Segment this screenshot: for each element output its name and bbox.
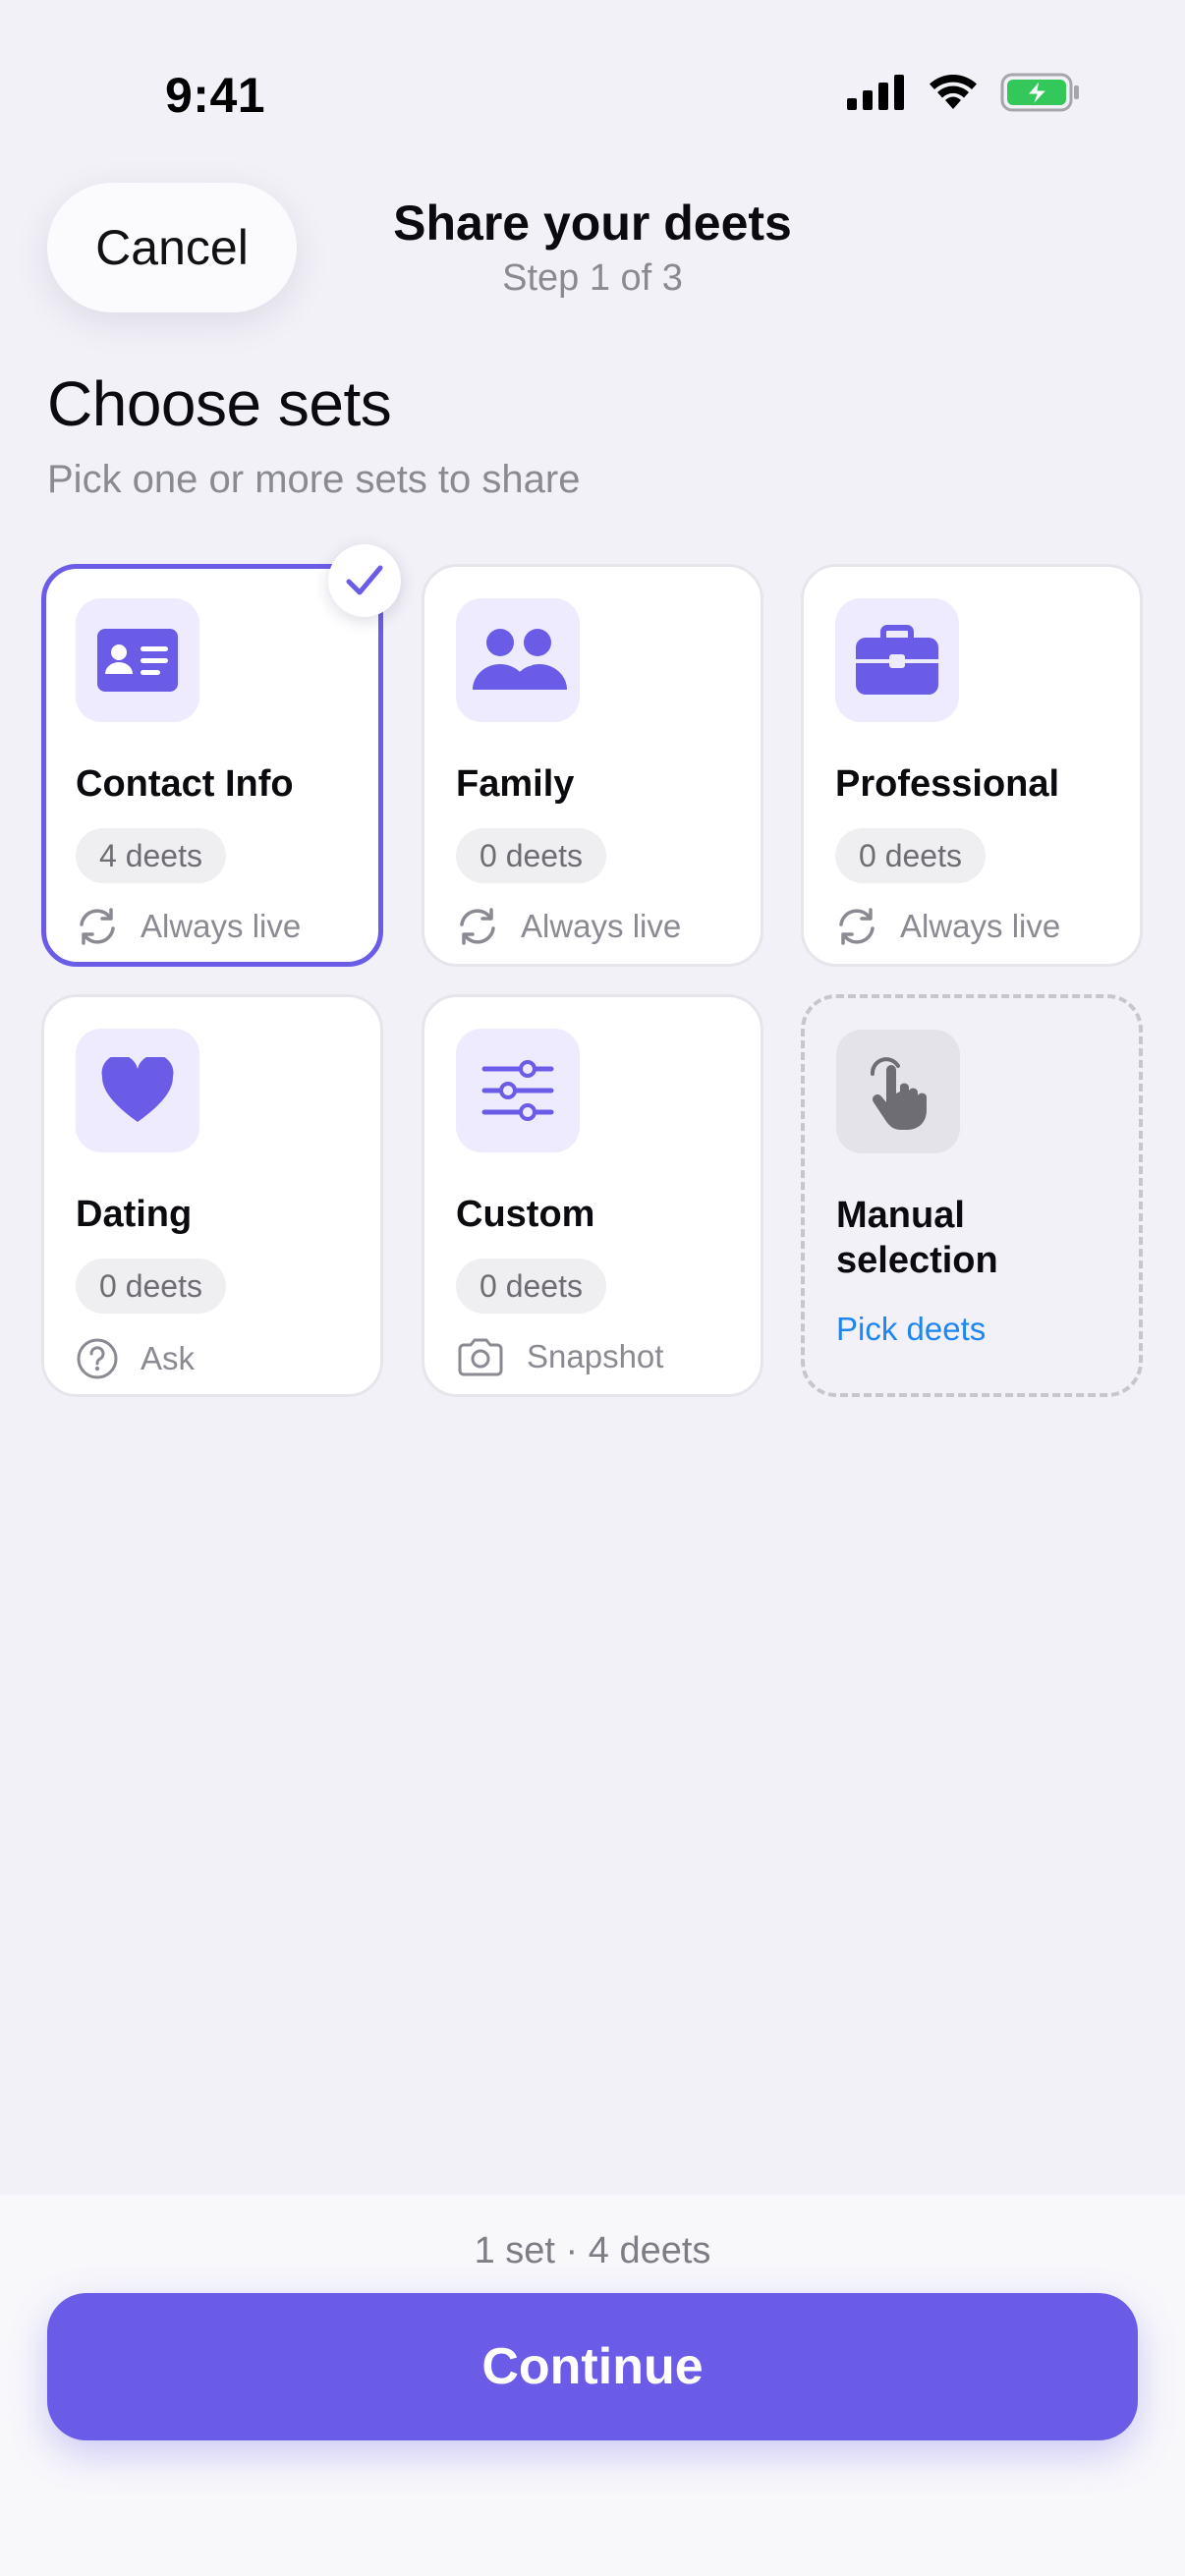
continue-button[interactable]: Continue <box>47 2293 1138 2440</box>
share-mode-label: Always live <box>900 908 1061 944</box>
camera-icon <box>458 1338 503 1376</box>
share-mode: Always live <box>76 907 301 946</box>
selection-summary: 1 set · 4 deets <box>474 2230 711 2271</box>
deet-count-badge: 4 deets <box>76 828 226 883</box>
section-subtitle: Pick one or more sets to share <box>47 458 581 501</box>
page-title: Share your deets <box>393 196 792 251</box>
share-mode: Always live <box>835 907 1060 946</box>
set-card-title: Professional <box>835 763 1060 805</box>
wifi-icon <box>930 74 977 109</box>
contact-card-icon <box>76 598 199 722</box>
pick-deets-link[interactable]: Pick deets <box>836 1311 986 1348</box>
set-card-title: Contact Info <box>76 763 294 805</box>
share-mode: Snapshot <box>456 1337 663 1376</box>
share-screen: 9:41 Cancel Share your deets Step 1 of 3… <box>0 0 1185 2576</box>
manual-selection-card[interactable]: Manual selection Pick deets <box>801 994 1143 1397</box>
hand-pointer-icon <box>836 1030 960 1153</box>
people-icon <box>456 598 580 722</box>
set-card-title: Dating <box>76 1194 193 1235</box>
status-icons <box>847 73 1081 112</box>
selected-check-icon <box>328 544 401 617</box>
set-card-title: Manual selection <box>836 1195 998 1281</box>
sliders-icon <box>456 1029 580 1152</box>
set-card-professional[interactable]: Professional 0 deets Always live <box>801 564 1143 967</box>
question-icon <box>77 1338 118 1379</box>
heart-icon <box>76 1029 199 1152</box>
set-card-title: Custom <box>456 1194 595 1235</box>
set-card-title: Family <box>456 763 575 805</box>
status-time: 9:41 <box>165 68 266 123</box>
set-card-contact-info[interactable]: Contact Info 4 deets Always live <box>41 564 383 967</box>
share-mode-label: Snapshot <box>527 1338 664 1374</box>
section-title: Choose sets <box>47 368 392 439</box>
share-mode-label: Ask <box>141 1340 196 1376</box>
deet-count-badge: 0 deets <box>456 828 606 883</box>
share-mode: Ask <box>76 1337 195 1380</box>
deet-count-badge: 0 deets <box>835 828 986 883</box>
share-mode: Always live <box>456 907 681 946</box>
briefcase-icon <box>835 598 959 722</box>
deet-count-badge: 0 deets <box>76 1259 226 1314</box>
share-mode-label: Always live <box>521 908 682 944</box>
deet-count-badge: 0 deets <box>456 1259 606 1314</box>
set-card-family[interactable]: Family 0 deets Always live <box>422 564 763 967</box>
set-card-custom[interactable]: Custom 0 deets Snapshot <box>422 994 763 1397</box>
cellular-signal-icon <box>847 75 904 110</box>
sync-icon <box>460 908 495 945</box>
sync-icon <box>80 908 115 945</box>
sync-icon <box>839 908 875 945</box>
share-mode-label: Always live <box>141 908 302 944</box>
step-indicator: Step 1 of 3 <box>502 257 683 299</box>
battery-charging-icon <box>1000 73 1079 112</box>
set-card-dating[interactable]: Dating 0 deets Ask <box>41 994 383 1397</box>
